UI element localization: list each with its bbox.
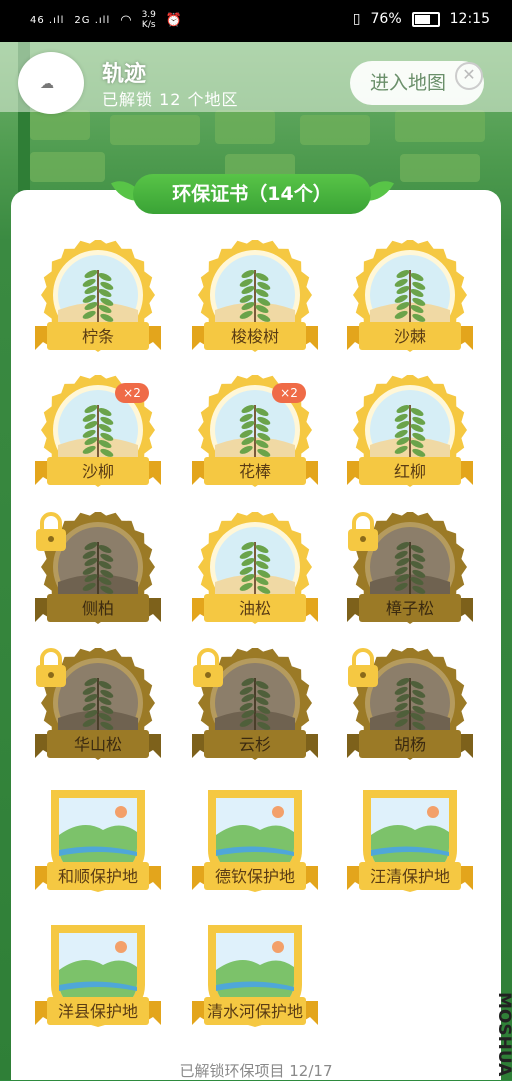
badge-label: 沙柳	[81, 462, 114, 481]
badge-12[interactable]: 胡杨	[345, 648, 475, 768]
badge-label: 德钦保护地	[214, 867, 295, 886]
alarm-icon: ⏰	[165, 12, 183, 28]
avatar-icon: ☁	[40, 76, 54, 92]
badge-13[interactable]: 和顺保护地	[33, 780, 163, 900]
lock-icon	[36, 648, 66, 687]
badge-label: 华山松	[73, 735, 122, 754]
badge-label: 柠条	[81, 327, 114, 346]
badge-label: 樟子松	[385, 599, 434, 618]
avatar[interactable]: ☁	[18, 52, 84, 114]
lock-icon	[348, 512, 378, 551]
badge-label: 云杉	[238, 735, 271, 754]
badge-9[interactable]: 樟子松	[345, 512, 475, 632]
net-speed: 3.9 K/s	[141, 10, 156, 30]
badge-2[interactable]: 梭梭树	[190, 240, 320, 360]
badge-1[interactable]: 柠条	[33, 240, 163, 360]
badge-8[interactable]: 油松	[190, 512, 320, 632]
signal-icon-2: 2G .ıll	[74, 14, 111, 26]
badge-label: 胡杨	[393, 735, 426, 754]
battery-icon	[411, 11, 440, 27]
badge-11[interactable]: 云杉	[190, 648, 320, 768]
clock: 12:15	[449, 11, 490, 27]
certificate-ribbon: 环保证书（14个）	[110, 172, 395, 218]
unlocked-regions: 已解锁 12 个地区	[102, 90, 239, 109]
unlocked-projects-footer: 已解锁环保项目 12/17	[179, 1062, 333, 1080]
wifi-icon: ◠	[120, 12, 132, 28]
status-bar: 46 .ıll 2G .ıll ◠ 3.9 K/s ⏰ ▯ 76% 12:15	[0, 0, 512, 42]
watermark: MOSHUA	[494, 992, 512, 1077]
badge-7[interactable]: 侧柏	[33, 512, 163, 632]
lock-icon	[36, 512, 66, 551]
badge-4[interactable]: 沙柳 ×2	[33, 375, 163, 495]
badge-3[interactable]: 沙棘	[345, 240, 475, 360]
vibrate-icon: ▯	[352, 11, 361, 27]
badge-label: 洋县保护地	[57, 1002, 138, 1021]
badge-14[interactable]: 德钦保护地	[190, 780, 320, 900]
username: 轨迹	[102, 62, 147, 87]
badge-label: 梭梭树	[230, 327, 279, 346]
signal-icon: 46 .ıll	[30, 14, 65, 26]
lock-icon	[348, 648, 378, 687]
badge-count: ×2	[272, 383, 306, 403]
badge-16[interactable]: 洋县保护地	[33, 915, 163, 1035]
battery-percent: 76%	[370, 11, 402, 27]
badge-17[interactable]: 清水河保护地	[190, 915, 320, 1035]
badge-6[interactable]: 红柳	[345, 375, 475, 495]
badge-label: 花棒	[238, 462, 271, 481]
badge-10[interactable]: 华山松	[33, 648, 163, 768]
badge-15[interactable]: 汪清保护地	[345, 780, 475, 900]
badge-label: 清水河保护地	[206, 1002, 303, 1021]
badge-label: 红柳	[393, 462, 426, 481]
lock-icon	[193, 648, 223, 687]
badge-label: 沙棘	[393, 327, 426, 346]
certificate-title: 环保证书（14个）	[133, 174, 371, 214]
badge-count: ×2	[115, 383, 149, 403]
badge-label: 油松	[238, 599, 271, 618]
badge-label: 汪清保护地	[369, 867, 450, 886]
badge-label: 和顺保护地	[57, 867, 138, 886]
badge-5[interactable]: 花棒 ×2	[190, 375, 320, 495]
close-icon[interactable]: ✕	[455, 62, 483, 90]
badge-label: 侧柏	[81, 599, 114, 618]
